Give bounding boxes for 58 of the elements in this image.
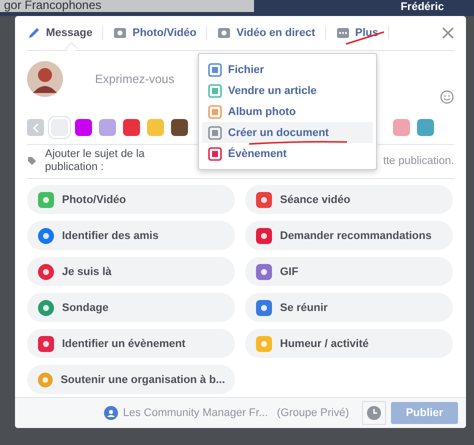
menu-icon xyxy=(208,84,222,98)
group-icon xyxy=(104,406,118,420)
background-swatch[interactable] xyxy=(171,119,188,136)
action-icon xyxy=(37,370,54,388)
avatar xyxy=(27,61,63,97)
menu-icon xyxy=(208,62,222,76)
action-icon xyxy=(37,262,55,280)
clock-icon xyxy=(367,406,381,420)
tag-icon xyxy=(27,156,37,166)
action-button[interactable]: Se réunir xyxy=(245,293,453,322)
menu-item[interactable]: Créer un document xyxy=(202,122,373,143)
background-swatch[interactable] xyxy=(393,119,410,136)
action-button[interactable]: Humeur / activité xyxy=(245,329,453,358)
emoji-icon[interactable] xyxy=(440,90,454,104)
action-icon xyxy=(37,190,55,208)
action-icon xyxy=(255,298,273,316)
action-icon xyxy=(255,334,273,352)
action-button[interactable]: Photo/Vidéo xyxy=(27,185,235,214)
action-icon xyxy=(255,262,273,280)
composer-tab[interactable]: Vidéo en direct xyxy=(207,26,326,40)
background-swatch[interactable] xyxy=(99,119,116,136)
background-swatch[interactable] xyxy=(75,119,92,136)
background-swatch[interactable] xyxy=(123,119,140,136)
action-icon xyxy=(255,226,273,244)
background-swatch[interactable] xyxy=(147,119,164,136)
action-button[interactable]: Sondage xyxy=(27,293,235,322)
action-button[interactable]: Soutenir une organisation à b... xyxy=(27,365,235,394)
tab-icon xyxy=(113,26,128,40)
action-icon xyxy=(37,298,55,316)
menu-icon xyxy=(208,126,222,140)
user-name: Frédéric xyxy=(400,1,444,14)
privacy-text: (Groupe Privé) xyxy=(276,407,349,419)
action-button[interactable]: GIF xyxy=(245,257,453,286)
action-icon xyxy=(37,334,55,352)
action-button[interactable]: Séance vidéo xyxy=(245,185,453,214)
tab-icon xyxy=(336,26,350,40)
tab-icon xyxy=(27,26,41,40)
menu-item[interactable]: Album photo xyxy=(202,101,373,122)
tab-icon xyxy=(217,26,232,40)
topic-label[interactable]: Ajouter le sujet de la publication : xyxy=(45,148,165,174)
action-button[interactable]: Identifier des amis xyxy=(27,221,235,250)
action-icon xyxy=(255,190,273,208)
schedule-button[interactable] xyxy=(362,401,386,425)
search-field[interactable]: gor Francophones xyxy=(0,0,254,12)
back-arrow-button[interactable] xyxy=(27,119,44,136)
action-button[interactable]: Je suis là xyxy=(27,257,235,286)
hint-text: tte publication. xyxy=(383,155,454,167)
action-button[interactable]: Identifier un évènement xyxy=(27,329,235,358)
menu-item[interactable]: Évènement xyxy=(202,143,373,164)
composer-tab[interactable]: Photo/Vidéo xyxy=(103,26,208,40)
action-button[interactable]: Demander recommandations xyxy=(245,221,453,250)
chevron-left-icon xyxy=(32,122,38,132)
menu-icon xyxy=(208,104,222,118)
background-swatch[interactable] xyxy=(417,119,434,136)
action-icon xyxy=(37,226,55,244)
menu-icon xyxy=(208,146,222,160)
background-swatch[interactable] xyxy=(51,119,68,136)
close-icon[interactable] xyxy=(442,27,454,39)
